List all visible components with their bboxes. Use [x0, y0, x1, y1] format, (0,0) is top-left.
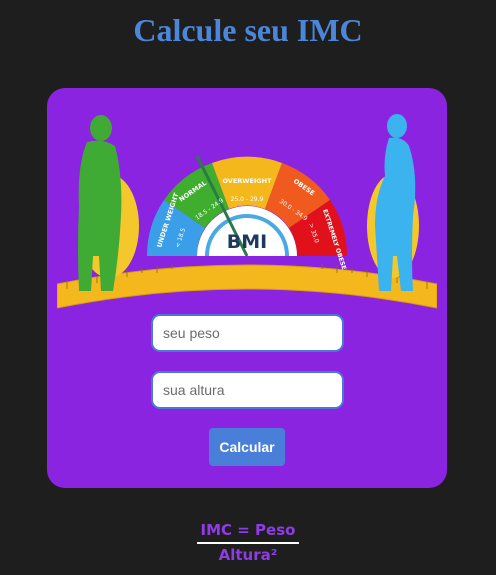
weight-input[interactable] — [151, 314, 344, 352]
gauge-center-label: BMI — [227, 231, 267, 253]
male-figure — [78, 115, 139, 291]
bmi-card: BMI UNDER WEIGHT < 18.5 NORMAL 18.5 - 24… — [47, 88, 447, 488]
bmi-gauge: BMI UNDER WEIGHT < 18.5 NORMAL 18.5 - 24… — [146, 155, 347, 271]
formula-denominator: Altura² — [218, 546, 278, 564]
category-range-overweight: 25.0 - 29.9 — [231, 196, 264, 203]
female-figure — [367, 114, 419, 291]
formula-numerator: IMC = Peso — [196, 521, 300, 544]
bmi-illustration: BMI UNDER WEIGHT < 18.5 NORMAL 18.5 - 24… — [57, 114, 437, 309]
calculate-button[interactable]: Calcular — [209, 428, 285, 466]
imc-formula: IMC = Peso Altura² — [0, 521, 496, 564]
category-name-overweight: OVERWEIGHT — [222, 177, 272, 185]
page-title: Calcule seu IMC — [133, 12, 363, 48]
height-input[interactable] — [151, 371, 344, 409]
